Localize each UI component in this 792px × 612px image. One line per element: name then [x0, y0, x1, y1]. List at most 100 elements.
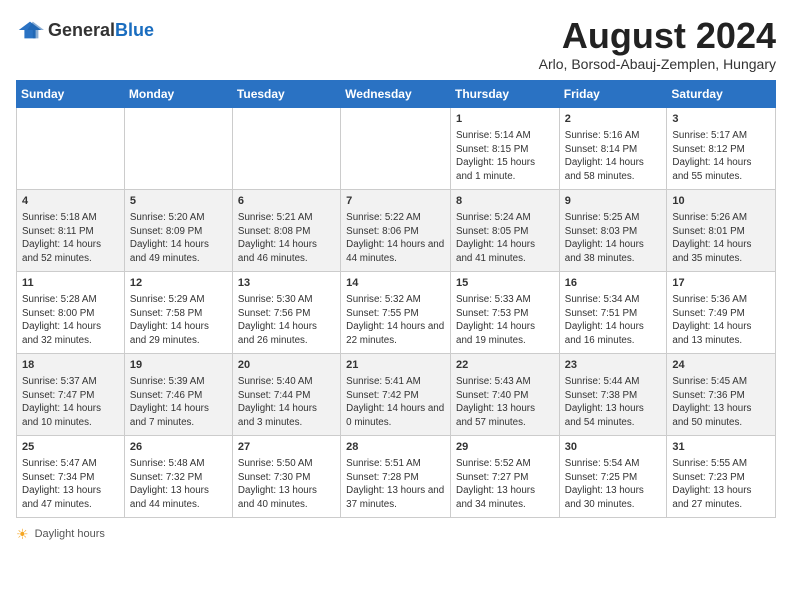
day-info: Sunrise: 5:34 AM Sunset: 7:51 PM Dayligh…	[565, 293, 662, 348]
header-row: SundayMondayTuesdayWednesdayThursdayFrid…	[17, 80, 776, 107]
day-number: 3	[672, 112, 770, 127]
logo: GeneralBlue	[16, 16, 154, 44]
title-block: August 2024 Arlo, Borsod-Abauj-Zemplen, …	[539, 16, 776, 72]
day-cell: 10 Sunrise: 5:26 AM Sunset: 8:01 PM Dayli…	[667, 189, 776, 271]
day-number: 8	[456, 194, 554, 209]
day-number: 21	[346, 358, 445, 373]
day-cell: 25 Sunrise: 5:47 AM Sunset: 7:34 PM Dayli…	[17, 435, 125, 517]
day-info: Sunrise: 5:39 AM Sunset: 7:46 PM Dayligh…	[130, 375, 227, 430]
day-number: 10	[672, 194, 770, 209]
day-cell	[17, 107, 125, 189]
day-info: Sunrise: 5:14 AM Sunset: 8:15 PM Dayligh…	[456, 129, 554, 184]
day-number: 26	[130, 440, 227, 455]
day-info: Sunrise: 5:30 AM Sunset: 7:56 PM Dayligh…	[238, 293, 335, 348]
day-cell: 30Sunrise: 5:54 AM Sunset: 7:25 PM Dayli…	[559, 435, 667, 517]
week-row-1: 1 Sunrise: 5:14 AM Sunset: 8:15 PM Daylig…	[17, 107, 776, 189]
day-cell: 16 Sunrise: 5:34 AM Sunset: 7:51 PM Dayli…	[559, 271, 667, 353]
logo-text: GeneralBlue	[48, 21, 154, 40]
day-info: Sunrise: 5:48 AM Sunset: 7:32 PM Dayligh…	[130, 457, 227, 512]
day-cell: 4 Sunrise: 5:18 AM Sunset: 8:11 PM Daylig…	[17, 189, 125, 271]
day-info: Sunrise: 5:16 AM Sunset: 8:14 PM Dayligh…	[565, 129, 662, 184]
week-row-4: 18 Sunrise: 5:37 AM Sunset: 7:47 PM Dayli…	[17, 353, 776, 435]
day-info: Sunrise: 5:37 AM Sunset: 7:47 PM Dayligh…	[22, 375, 119, 430]
day-cell: 6Sunrise: 5:21 AM Sunset: 8:08 PM Daylig…	[232, 189, 340, 271]
day-number: 27	[238, 440, 335, 455]
day-info: Sunrise: 5:55 AM Sunset: 7:23 PM Dayligh…	[672, 457, 770, 512]
daylight-label: Daylight hours	[35, 528, 105, 540]
month-title: August 2024	[539, 16, 776, 56]
day-cell: 27Sunrise: 5:50 AM Sunset: 7:30 PM Dayli…	[232, 435, 340, 517]
day-number: 29	[456, 440, 554, 455]
day-info: Sunrise: 5:36 AM Sunset: 7:49 PM Dayligh…	[672, 293, 770, 348]
day-info: Sunrise: 5:52 AM Sunset: 7:27 PM Dayligh…	[456, 457, 554, 512]
week-row-2: 4 Sunrise: 5:18 AM Sunset: 8:11 PM Daylig…	[17, 189, 776, 271]
day-cell	[341, 107, 451, 189]
day-number: 7	[346, 194, 445, 209]
week-row-3: 11Sunrise: 5:28 AM Sunset: 8:00 PM Dayli…	[17, 271, 776, 353]
logo-blue: Blue	[115, 20, 154, 40]
col-header-monday: Monday	[124, 80, 232, 107]
col-header-wednesday: Wednesday	[341, 80, 451, 107]
day-cell	[124, 107, 232, 189]
col-header-thursday: Thursday	[451, 80, 560, 107]
col-header-friday: Friday	[559, 80, 667, 107]
day-number: 5	[130, 194, 227, 209]
page-header: GeneralBlue August 2024 Arlo, Borsod-Aba…	[16, 16, 776, 72]
day-cell: 13 Sunrise: 5:30 AM Sunset: 7:56 PM Dayli…	[232, 271, 340, 353]
footer: ☀ Daylight hours	[16, 526, 776, 543]
day-cell: 23 Sunrise: 5:44 AM Sunset: 7:38 PM Dayli…	[559, 353, 667, 435]
day-number: 20	[238, 358, 335, 373]
day-cell: 8 Sunrise: 5:24 AM Sunset: 8:05 PM Daylig…	[451, 189, 560, 271]
day-cell: 31Sunrise: 5:55 AM Sunset: 7:23 PM Dayli…	[667, 435, 776, 517]
day-cell: 26 Sunrise: 5:48 AM Sunset: 7:32 PM Dayli…	[124, 435, 232, 517]
day-cell: 1 Sunrise: 5:14 AM Sunset: 8:15 PM Daylig…	[451, 107, 560, 189]
day-info: Sunrise: 5:24 AM Sunset: 8:05 PM Dayligh…	[456, 211, 554, 266]
day-number: 23	[565, 358, 662, 373]
day-number: 18	[22, 358, 119, 373]
day-number: 6	[238, 194, 335, 209]
day-info: Sunrise: 5:45 AM Sunset: 7:36 PM Dayligh…	[672, 375, 770, 430]
day-cell: 7 Sunrise: 5:22 AM Sunset: 8:06 PM Daylig…	[341, 189, 451, 271]
day-cell: 5Sunrise: 5:20 AM Sunset: 8:09 PM Daylig…	[124, 189, 232, 271]
day-info: Sunrise: 5:18 AM Sunset: 8:11 PM Dayligh…	[22, 211, 119, 266]
day-number: 11	[22, 276, 119, 291]
day-info: Sunrise: 5:44 AM Sunset: 7:38 PM Dayligh…	[565, 375, 662, 430]
day-number: 15	[456, 276, 554, 291]
day-cell: 21Sunrise: 5:41 AM Sunset: 7:42 PM Dayli…	[341, 353, 451, 435]
day-info: Sunrise: 5:51 AM Sunset: 7:28 PM Dayligh…	[346, 457, 445, 512]
day-info: Sunrise: 5:32 AM Sunset: 7:55 PM Dayligh…	[346, 293, 445, 348]
day-cell: 12Sunrise: 5:29 AM Sunset: 7:58 PM Dayli…	[124, 271, 232, 353]
week-row-5: 25 Sunrise: 5:47 AM Sunset: 7:34 PM Dayli…	[17, 435, 776, 517]
day-number: 25	[22, 440, 119, 455]
day-number: 28	[346, 440, 445, 455]
day-cell: 15Sunrise: 5:33 AM Sunset: 7:53 PM Dayli…	[451, 271, 560, 353]
day-cell: 19 Sunrise: 5:39 AM Sunset: 7:46 PM Dayli…	[124, 353, 232, 435]
day-info: Sunrise: 5:54 AM Sunset: 7:25 PM Dayligh…	[565, 457, 662, 512]
day-info: Sunrise: 5:17 AM Sunset: 8:12 PM Dayligh…	[672, 129, 770, 184]
day-number: 2	[565, 112, 662, 127]
day-number: 13	[238, 276, 335, 291]
col-header-tuesday: Tuesday	[232, 80, 340, 107]
day-cell: 20Sunrise: 5:40 AM Sunset: 7:44 PM Dayli…	[232, 353, 340, 435]
day-cell: 24 Sunrise: 5:45 AM Sunset: 7:36 PM Dayli…	[667, 353, 776, 435]
location-title: Arlo, Borsod-Abauj-Zemplen, Hungary	[539, 56, 776, 72]
day-cell: 2 Sunrise: 5:16 AM Sunset: 8:14 PM Daylig…	[559, 107, 667, 189]
day-number: 1	[456, 112, 554, 127]
day-info: Sunrise: 5:47 AM Sunset: 7:34 PM Dayligh…	[22, 457, 119, 512]
day-cell: 11Sunrise: 5:28 AM Sunset: 8:00 PM Dayli…	[17, 271, 125, 353]
day-cell: 29 Sunrise: 5:52 AM Sunset: 7:27 PM Dayli…	[451, 435, 560, 517]
day-cell: 17Sunrise: 5:36 AM Sunset: 7:49 PM Dayli…	[667, 271, 776, 353]
day-info: Sunrise: 5:22 AM Sunset: 8:06 PM Dayligh…	[346, 211, 445, 266]
day-number: 16	[565, 276, 662, 291]
sun-icon: ☀	[16, 526, 29, 543]
logo-general: General	[48, 20, 115, 40]
day-number: 19	[130, 358, 227, 373]
day-number: 12	[130, 276, 227, 291]
day-number: 9	[565, 194, 662, 209]
logo-icon	[16, 16, 44, 44]
day-info: Sunrise: 5:26 AM Sunset: 8:01 PM Dayligh…	[672, 211, 770, 266]
day-cell: 28 Sunrise: 5:51 AM Sunset: 7:28 PM Dayli…	[341, 435, 451, 517]
day-number: 24	[672, 358, 770, 373]
day-number: 4	[22, 194, 119, 209]
day-cell: 14Sunrise: 5:32 AM Sunset: 7:55 PM Dayli…	[341, 271, 451, 353]
